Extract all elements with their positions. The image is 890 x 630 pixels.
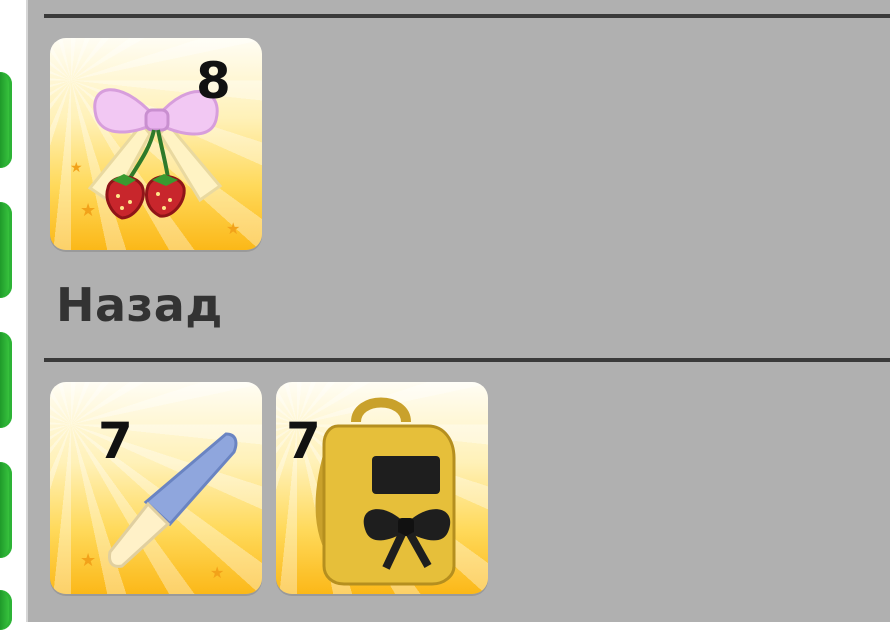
inventory-item-bow-strawberry[interactable]: ★ ★ ★ 8 xyxy=(50,38,262,250)
section-divider xyxy=(44,358,890,362)
knife-icon: ★ ★ xyxy=(80,432,238,582)
side-tab[interactable] xyxy=(0,462,12,558)
side-tab[interactable] xyxy=(0,590,12,630)
side-tab[interactable] xyxy=(0,72,12,168)
inventory-item-knife[interactable]: ★ ★ 7 xyxy=(50,382,262,594)
svg-text:★: ★ xyxy=(226,219,240,238)
section-title: Назад xyxy=(56,278,223,332)
svg-text:★: ★ xyxy=(210,563,224,582)
item-count: 7 xyxy=(286,412,321,470)
svg-text:★: ★ xyxy=(80,550,96,571)
side-tab[interactable] xyxy=(0,332,12,428)
item-count: 8 xyxy=(196,52,231,110)
side-tab-strip xyxy=(0,0,26,630)
svg-text:★: ★ xyxy=(70,160,83,176)
svg-text:★: ★ xyxy=(80,200,96,221)
item-count: 7 xyxy=(98,412,133,470)
side-tab[interactable] xyxy=(0,202,12,298)
inventory-panel: ★ ★ ★ 8 Назад ★ ★ 7 7 xyxy=(26,0,890,622)
inventory-item-backpack[interactable]: 7 xyxy=(276,382,488,594)
section-divider xyxy=(44,14,890,18)
